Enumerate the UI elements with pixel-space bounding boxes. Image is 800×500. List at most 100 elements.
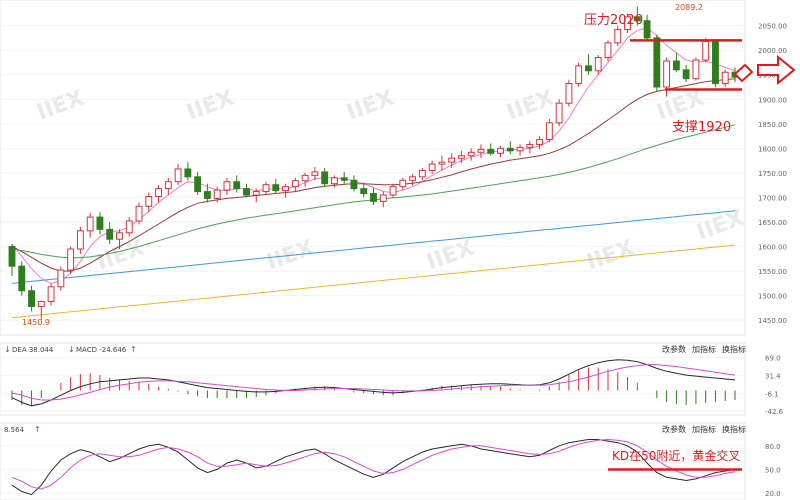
macd-add-indicator-button[interactable]: 加指标 <box>692 344 716 354</box>
candle <box>545 118 553 143</box>
candle-body <box>135 205 143 222</box>
candle-body <box>203 191 211 199</box>
candle-body <box>184 168 192 178</box>
candle-body <box>174 168 182 183</box>
candle-body <box>643 20 651 39</box>
price-tick-label: 1850.00 <box>758 121 787 129</box>
kd-up-arrow-icon: ↑ <box>34 425 41 434</box>
candle-body <box>243 188 250 196</box>
candle-body <box>262 184 270 193</box>
candle-body <box>116 232 123 240</box>
candle-body <box>213 189 221 199</box>
price-tick-label: 1750.00 <box>758 170 787 178</box>
candle-body <box>145 195 153 207</box>
candle-body <box>370 193 377 202</box>
candle-body <box>585 65 592 72</box>
candle-body <box>526 143 534 148</box>
candle-body <box>37 301 45 307</box>
candle-body <box>448 157 456 163</box>
macd-up-arrow-icon: ↑ <box>130 345 137 354</box>
candle <box>67 246 75 274</box>
candle-body <box>47 286 55 303</box>
candle-body <box>155 188 162 197</box>
kd-edit-params-button[interactable]: 改参数 <box>662 424 686 434</box>
candle-body <box>575 65 583 85</box>
candle-body <box>721 71 729 85</box>
candle-body <box>702 40 710 61</box>
kd-annotation-label: KD在50附近，黄金交叉 <box>612 448 740 463</box>
candle <box>692 57 700 81</box>
kd-buttons: 改参数 加指标 换指标 <box>662 424 746 434</box>
candle-body <box>301 174 309 182</box>
candle-body <box>663 60 671 88</box>
macd-tick-label: -42.6 <box>765 408 784 416</box>
kd-add-indicator-button[interactable]: 加指标 <box>692 424 716 434</box>
macd-arrow-icon: ↓ <box>68 345 75 354</box>
price-tick-label: 1650.00 <box>758 219 787 227</box>
macd-tick-label: 31.4 <box>765 372 781 380</box>
candle <box>604 40 612 61</box>
candle-body <box>682 69 690 80</box>
macd-value-label: MACD -24.646 <box>76 346 127 354</box>
candle-body <box>555 102 563 124</box>
candle-body <box>428 163 436 171</box>
candle-body <box>18 265 26 292</box>
candle <box>18 261 26 296</box>
price-tick-label: 1700.00 <box>758 194 787 202</box>
candle-body <box>389 186 397 196</box>
price-tick-label: 1550.00 <box>758 268 787 276</box>
kd-tick-label: 50.0 <box>765 466 781 474</box>
candle-body <box>692 59 700 80</box>
candle-body <box>76 230 84 250</box>
candle-body <box>614 29 622 44</box>
candle-body <box>497 147 504 154</box>
candle-body <box>28 290 35 307</box>
candle-body <box>477 148 485 153</box>
price-tick-label: 2050.00 <box>758 23 787 31</box>
candle-body <box>506 147 514 152</box>
candle-body <box>604 42 612 59</box>
candle <box>575 62 583 87</box>
kd-header: 8.564 ↑ <box>4 425 41 434</box>
candle-body <box>311 171 319 176</box>
price-tick-label: 1800.00 <box>758 145 787 153</box>
kd-switch-indicator-button[interactable]: 换指标 <box>722 424 746 434</box>
support-label: 支撑1920 <box>672 120 731 135</box>
candle-body <box>565 83 573 104</box>
candle-body <box>67 248 75 271</box>
macd-edit-params-button[interactable]: 改参数 <box>662 344 686 354</box>
candle-body <box>57 269 65 288</box>
high-price-label: 2089.2 <box>675 3 703 12</box>
candle-body <box>164 181 172 190</box>
candle-body <box>96 216 104 230</box>
macd-tick-label: -6.1 <box>765 390 779 398</box>
candle-body <box>330 177 338 185</box>
candle-body <box>360 188 368 195</box>
candle-body <box>399 179 407 188</box>
price-tick-label: 1500.00 <box>758 293 787 301</box>
candle-body <box>291 180 299 188</box>
candle-body <box>418 169 426 178</box>
candle-body <box>594 57 602 72</box>
candle-body <box>467 151 475 157</box>
candle <box>653 34 661 92</box>
candle-body <box>252 191 260 196</box>
macd-buttons: 改参数 加指标 换指标 <box>662 344 746 354</box>
kd-value-label: 8.564 <box>4 426 25 434</box>
candle-body <box>672 60 680 71</box>
candle <box>565 79 573 107</box>
macd-header: ↓ DEA 38.044 ↓ MACD -24.646 ↑ <box>4 345 137 354</box>
candle-body <box>379 194 387 202</box>
candle-body <box>438 161 446 165</box>
candle-body <box>106 228 114 240</box>
price-tick-label: 2000.00 <box>758 47 787 55</box>
candle-body <box>653 37 661 88</box>
candle-body <box>409 176 417 181</box>
dea-arrow-icon: ↓ <box>4 345 11 354</box>
candle-body <box>545 122 553 141</box>
kd-tick-label: 20.0 <box>765 490 781 498</box>
trading-chart: IIEX IIEX IIEX IIEX IIEXIIEX IIEX IIEX IIEXIIEX… <box>0 0 796 500</box>
candle-body <box>516 146 524 152</box>
candle-body <box>272 184 280 192</box>
macd-switch-indicator-button[interactable]: 换指标 <box>722 344 746 354</box>
